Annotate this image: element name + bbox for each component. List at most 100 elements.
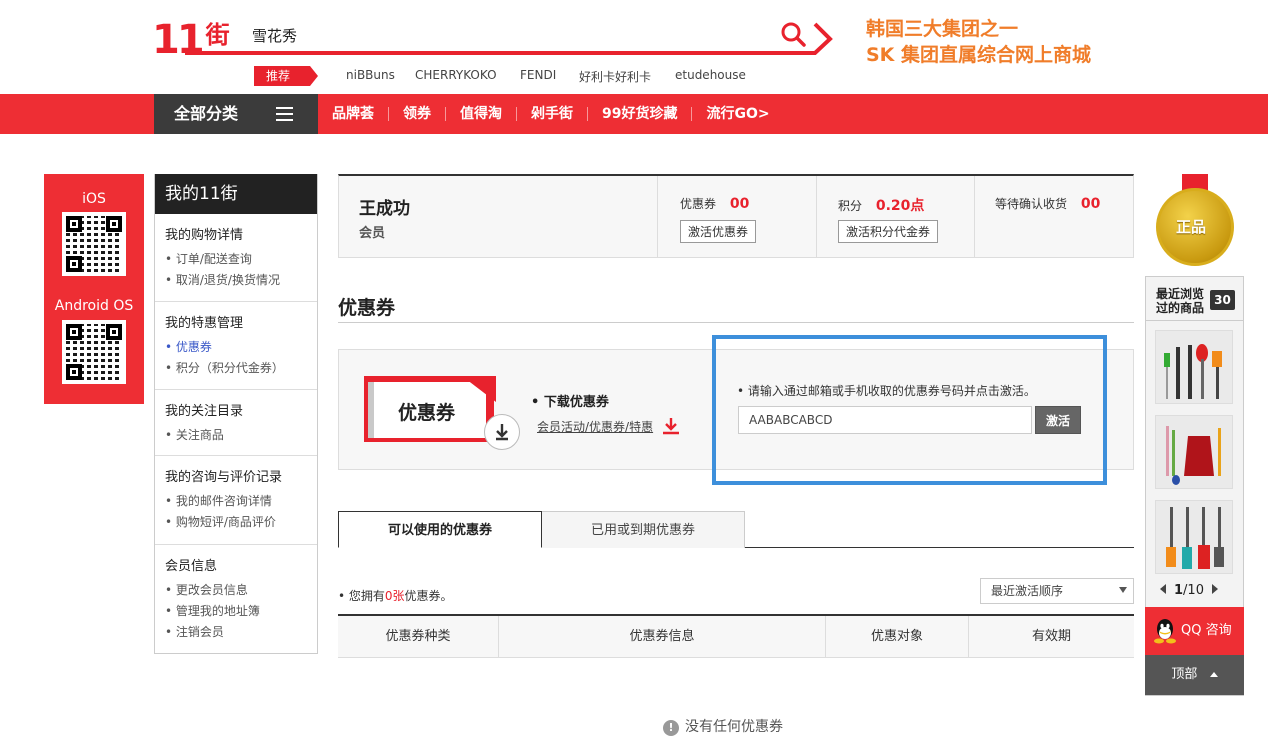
recent-pager: 1/10 xyxy=(1160,583,1218,598)
tab-used-expired[interactable]: 已用或到期优惠券 xyxy=(541,511,745,548)
sidebar-item-cancel-membership[interactable]: • 注销会员 xyxy=(165,622,307,643)
sidebar-item-order-tracking[interactable]: • 订单/配送查询 xyxy=(165,249,307,270)
nav-link-brands[interactable]: 品牌荟 xyxy=(318,107,388,121)
sidebar-section-watchlist: 我的关注目录 • 关注商品 xyxy=(155,390,317,456)
sidebar-item-email-inquiries[interactable]: • 我的邮件咨询详情 xyxy=(165,491,307,512)
sidebar-head[interactable]: 我的关注目录 xyxy=(165,400,307,419)
sidebar-item-points[interactable]: • 积分（积分代金券） xyxy=(165,358,307,379)
search-input[interactable]: 雪花秀 xyxy=(252,25,297,46)
android-qr-code[interactable] xyxy=(62,320,126,384)
recent-product-thumb[interactable] xyxy=(1155,330,1233,404)
keyword-link[interactable]: etudehouse xyxy=(675,68,746,82)
coupon-summary-label: 优惠券 xyxy=(680,197,717,211)
nav-link-deals[interactable]: 值得淘 xyxy=(445,107,516,121)
keyword-link[interactable]: niBBuns xyxy=(346,68,395,82)
recent-title-line: 过的商品 xyxy=(1156,301,1205,315)
column-header: 有效期 xyxy=(968,616,1134,658)
pending-summary-value: 00 xyxy=(1080,196,1101,212)
promo-line-1: 韩国三大集团之一 xyxy=(866,18,1019,40)
sidebar-section-orders: 我的购物详情 • 订单/配送查询 • 取消/退货/换货情况 xyxy=(155,214,317,302)
qq-consult-label: QQ 咨询 xyxy=(1181,623,1232,638)
recent-product-thumb[interactable] xyxy=(1155,500,1233,574)
user-name: 王成功 xyxy=(359,199,410,219)
menu-icon[interactable] xyxy=(276,107,293,121)
user-grade: 会员 xyxy=(359,226,386,241)
pending-summary-row: 等待确认收货 00 xyxy=(995,195,1100,212)
promo-line-2: SK 集团直属综合网上商城 xyxy=(866,44,1092,66)
sort-select-value: 最近激活顺序 xyxy=(991,584,1064,598)
download-circle-icon[interactable] xyxy=(484,414,520,450)
points-summary: 积分 0.20点 激活积分代金券 xyxy=(816,176,974,258)
coupon-table-header: 优惠券种类 优惠券信息 优惠对象 有效期 xyxy=(338,614,1134,658)
sidebar-item-watched[interactable]: • 关注商品 xyxy=(165,425,307,446)
keyword-link[interactable]: FENDI xyxy=(520,68,556,82)
coupon-summary-value: 00 xyxy=(729,196,750,212)
recommend-tag: 推荐 xyxy=(254,66,318,86)
coupon-illustration-text: 优惠券 xyxy=(398,402,456,424)
sidebar-head[interactable]: 我的特惠管理 xyxy=(165,312,307,331)
pending-summary-label: 等待确认收货 xyxy=(995,197,1068,211)
keyword-link[interactable]: CHERRYKOKO xyxy=(415,68,497,82)
pager-total: /10 xyxy=(1183,583,1204,598)
coupon-summary: 优惠券 00 激活优惠券 xyxy=(657,176,815,258)
sidebar-head[interactable]: 我的咨询与评价记录 xyxy=(165,466,307,485)
download-coupon-link[interactable]: 会员活动/优惠券/特惠 xyxy=(537,418,653,435)
page-title: 优惠券 xyxy=(338,297,396,319)
qq-icon xyxy=(1154,619,1176,644)
back-to-top-label: 顶部 xyxy=(1171,667,1198,682)
sort-select[interactable]: 最近激活顺序 xyxy=(980,578,1134,604)
nav-links: 品牌荟 领券 值得淘 剁手街 99好货珍藏 流行GO> xyxy=(318,94,784,134)
coupon-summary-row: 优惠券 00 xyxy=(680,195,749,212)
nav-link-shopping-street[interactable]: 剁手街 xyxy=(516,107,587,121)
sidebar-item-edit-member[interactable]: • 更改会员信息 xyxy=(165,580,307,601)
nav-link-coupons[interactable]: 领券 xyxy=(388,107,445,121)
activate-button[interactable]: 激活 xyxy=(1035,406,1081,434)
sidebar-item-returns[interactable]: • 取消/退货/换货情况 xyxy=(165,270,307,291)
sidebar-head[interactable]: 会员信息 xyxy=(165,555,307,574)
nav-link-collection[interactable]: 99好货珍藏 xyxy=(587,107,691,121)
caret-up-icon xyxy=(1209,672,1218,677)
android-label: Android OS xyxy=(54,298,134,314)
pager-next-icon[interactable] xyxy=(1211,584,1218,594)
sidebar-section-member: 会员信息 • 更改会员信息 • 管理我的地址簿 • 注销会员 xyxy=(155,545,317,651)
search-icon[interactable] xyxy=(780,20,808,48)
all-categories-button[interactable]: 全部分类 xyxy=(154,94,318,134)
sidebar-section-benefits: 我的特惠管理 • 优惠券 • 积分（积分代金券） xyxy=(155,302,317,390)
ios-label: iOS xyxy=(82,191,106,207)
sidebar-item-coupons[interactable]: • 优惠券 xyxy=(165,337,307,358)
pager-prev-icon[interactable] xyxy=(1160,584,1166,594)
download-icon[interactable] xyxy=(662,417,680,435)
coupon-count-value: 0张 xyxy=(384,589,405,603)
pending-summary: 等待确认收货 00 xyxy=(974,176,1133,258)
sidebar-item-address-book[interactable]: • 管理我的地址簿 xyxy=(165,601,307,622)
coupon-count-suffix: 优惠券。 xyxy=(404,589,453,603)
empty-message: ! 没有任何优惠券 xyxy=(663,716,783,736)
activate-points-button[interactable]: 激活积分代金券 xyxy=(838,220,939,243)
recent-title-line: 最近浏览 xyxy=(1156,287,1205,301)
coupon-code-input[interactable]: AABABCABCD xyxy=(738,406,1032,434)
my-account-sidebar: 我的11街 我的购物详情 • 订单/配送查询 • 取消/退货/换货情况 我的特惠… xyxy=(154,174,318,654)
empty-message-text: 没有任何优惠券 xyxy=(685,719,783,735)
column-header: 优惠券种类 xyxy=(385,629,451,644)
nav-link-fashion[interactable]: 流行GO> xyxy=(691,107,783,121)
recent-title: 最近浏览 过的商品 xyxy=(1156,287,1204,315)
keyword-link[interactable]: 好利卡好利卡 xyxy=(579,68,651,85)
ios-qr-code[interactable] xyxy=(62,212,126,276)
sidebar-head[interactable]: 我的购物详情 xyxy=(165,224,307,243)
points-summary-row: 积分 0.20点 xyxy=(838,195,924,215)
user-summary-box: 王成功 会员 优惠券 00 激活优惠券 积分 0.20点 激活积分代金券 等待确… xyxy=(338,174,1134,258)
title-divider xyxy=(338,322,1134,323)
sidebar-item-reviews[interactable]: • 购物短评/商品评价 xyxy=(165,512,307,533)
recent-divider xyxy=(1146,320,1243,321)
qq-consult-button[interactable]: QQ 咨询 xyxy=(1145,607,1244,655)
activate-coupon-button[interactable]: 激活优惠券 xyxy=(680,220,757,243)
points-summary-value: 0.20点 xyxy=(875,198,925,214)
tab-usable[interactable]: 可以使用的优惠券 xyxy=(338,511,542,548)
recent-product-thumb[interactable] xyxy=(1155,415,1233,489)
app-download-panel: iOS Android OS xyxy=(44,174,144,404)
coupon-count-text: • 您拥有0张优惠券。 xyxy=(338,587,453,604)
points-summary-label: 积分 xyxy=(838,199,863,213)
download-coupon-title: • 下载优惠券 xyxy=(531,395,609,410)
column-header: 优惠券信息 xyxy=(498,616,825,658)
back-to-top-button[interactable]: 顶部 xyxy=(1145,655,1244,695)
